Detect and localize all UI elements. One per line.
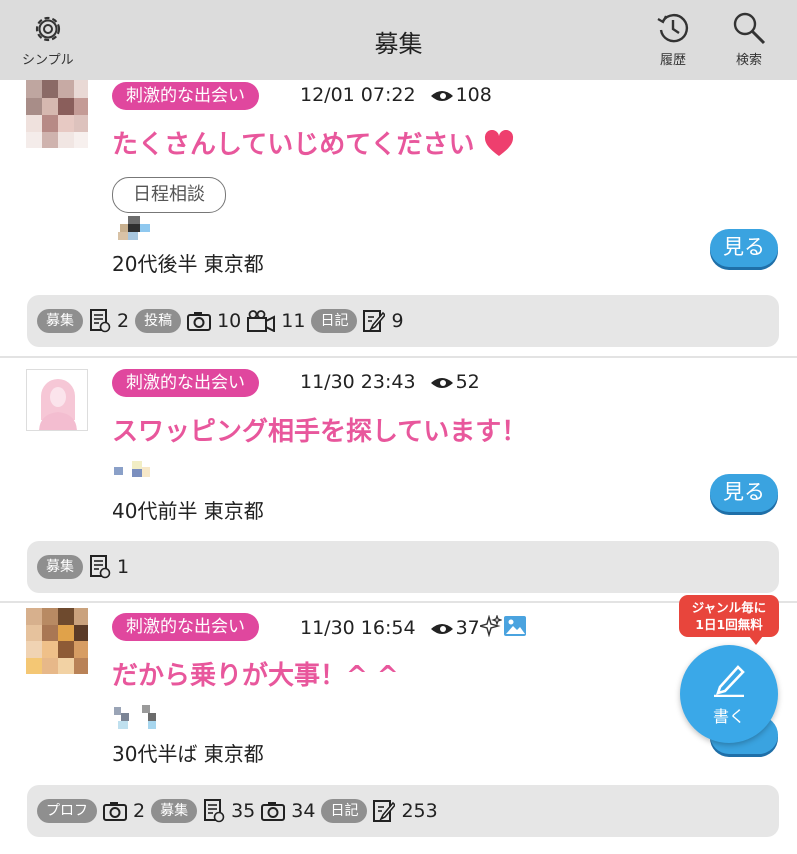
post-title[interactable]: たくさんしていじめてください <box>112 124 514 161</box>
divider <box>0 356 797 358</box>
avatar[interactable] <box>26 80 88 148</box>
stats-bar: プロフ 2 募集 35 34 日記 253 <box>27 785 779 837</box>
view-count: 108 <box>455 84 492 106</box>
schedule-tag: 日程相談 <box>112 177 226 213</box>
diary-pill: 日記 <box>311 309 358 333</box>
diary-edit-icon <box>373 800 396 822</box>
profile-info: 30代半ば 東京都 <box>112 742 264 766</box>
camera-icon <box>261 802 286 821</box>
recruit-pill: 募集 <box>37 309 83 333</box>
video-count: 11 <box>281 310 306 332</box>
video-camera-icon <box>247 310 276 332</box>
mosaic-image <box>114 216 158 242</box>
eye-icon <box>430 624 453 634</box>
category-badge: 刺激的な出会い <box>112 613 259 641</box>
stats-bar: 募集 2 投稿 10 11 日記 9 <box>27 295 779 347</box>
write-button[interactable]: 書く <box>680 645 778 743</box>
recruit-count: 35 <box>231 800 256 822</box>
sparkle-icon <box>479 615 502 637</box>
mosaic-image <box>114 461 158 487</box>
app-header: シンプル 募集 履歴 検索 <box>0 0 797 80</box>
stats-bar: 募集 1 <box>27 541 779 593</box>
profile-info: 20代後半 東京都 <box>112 252 264 276</box>
camera-icon <box>187 312 212 331</box>
category-badge: 刺激的な出会い <box>112 82 259 110</box>
photo-count: 10 <box>217 310 242 332</box>
search-icon <box>733 12 766 45</box>
view-count: 37 <box>455 617 480 639</box>
write-label: 書く <box>712 707 745 726</box>
free-post-badge: ジャンル毎に 1日1回無料 <box>679 595 779 645</box>
post-pill: 投稿 <box>135 309 182 333</box>
history-button[interactable]: 履歴 <box>655 10 691 68</box>
diary-edit-icon <box>363 310 386 332</box>
category-badge: 刺激的な出会い <box>112 369 259 397</box>
eye-icon <box>430 378 453 388</box>
post-date: 11/30 23:43 <box>300 371 416 393</box>
badge-line-1: ジャンル毎に <box>691 600 767 615</box>
avatar[interactable] <box>26 608 88 674</box>
post-title[interactable]: スワッピング相手を探しています！ <box>112 411 527 448</box>
post-meta: 12/01 07:22 108 <box>300 84 492 106</box>
recruit-doc-icon <box>204 799 225 823</box>
see-button[interactable]: 見る <box>710 474 778 512</box>
mosaic-image <box>114 705 158 731</box>
image-icon <box>503 616 526 636</box>
post-title[interactable]: だから乗りが大事！^ ^ <box>112 655 399 692</box>
view-count: 52 <box>455 371 480 393</box>
eye-icon <box>430 91 453 101</box>
search-label: 検索 <box>735 53 762 68</box>
search-button[interactable]: 検索 <box>731 10 767 68</box>
recruit-count: 1 <box>117 556 130 578</box>
see-button[interactable]: 見る <box>710 229 778 267</box>
post-title-text: たくさんしていじめてください <box>112 130 475 160</box>
photo-count: 34 <box>291 800 316 822</box>
recruit-doc-icon <box>90 555 111 579</box>
history-icon <box>657 14 688 43</box>
post-meta: 11/30 23:43 52 <box>300 371 480 393</box>
post-date: 11/30 16:54 <box>300 617 416 639</box>
diary-pill: 日記 <box>321 799 368 823</box>
badge-line-2: 1日1回無料 <box>695 617 763 632</box>
recruit-count: 2 <box>117 310 130 332</box>
diary-count: 253 <box>401 800 438 822</box>
profile-info: 40代前半 東京都 <box>112 499 264 523</box>
heart-icon <box>484 129 513 156</box>
diary-count: 9 <box>391 310 404 332</box>
profile-photo-count: 2 <box>133 800 146 822</box>
pencil-icon <box>714 665 745 697</box>
post-date: 12/01 07:22 <box>300 84 416 106</box>
post-meta: 11/30 16:54 37 <box>300 615 526 639</box>
recruit-doc-icon <box>90 309 111 333</box>
divider <box>0 601 797 603</box>
history-label: 履歴 <box>659 53 686 68</box>
camera-icon <box>103 802 127 821</box>
avatar[interactable] <box>26 369 88 431</box>
recruit-pill: 募集 <box>37 555 83 579</box>
recruit-pill: 募集 <box>151 799 198 823</box>
profile-pill: プロフ <box>37 799 97 823</box>
